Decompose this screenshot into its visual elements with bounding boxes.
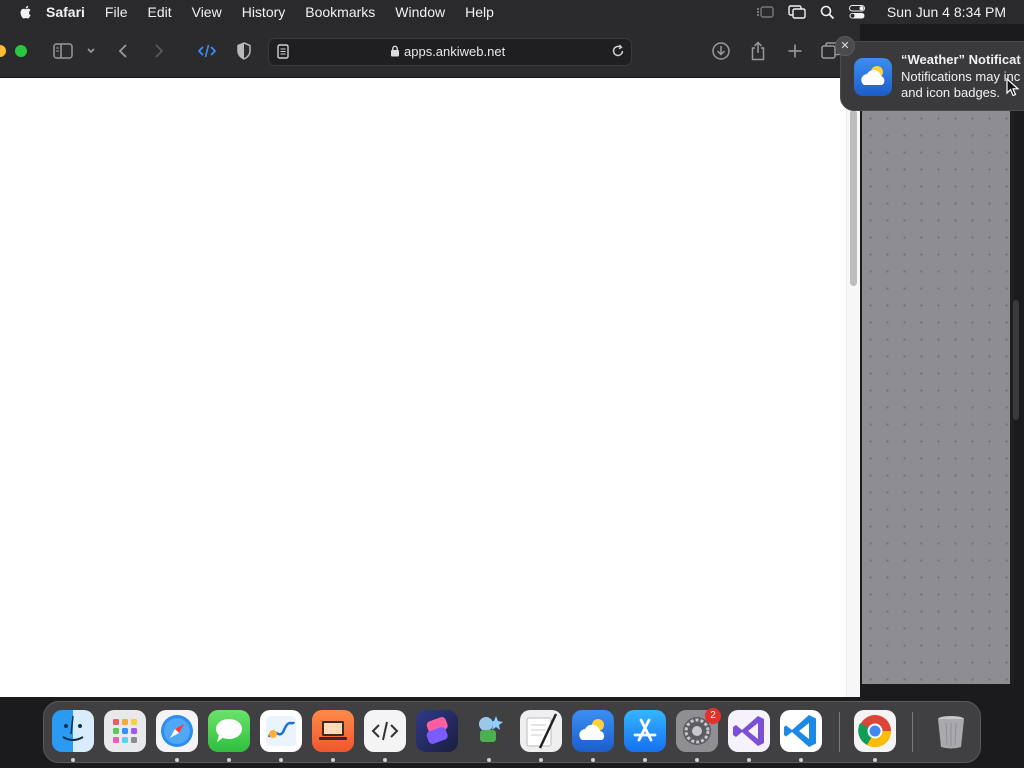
dock-script-editor-icon[interactable] [364, 710, 406, 752]
dock-running-indicator [695, 758, 699, 762]
dock-running-indicator [279, 758, 283, 762]
dock-weather-icon[interactable] [572, 710, 614, 752]
dock-running-indicator [873, 758, 877, 762]
privacy-shield-icon[interactable] [233, 40, 255, 62]
dock-running-indicator [227, 758, 231, 762]
forward-icon[interactable] [148, 40, 170, 62]
new-tab-plus-icon[interactable] [784, 40, 806, 62]
dock-visual-studio-icon[interactable] [728, 710, 770, 752]
menu-bookmarks[interactable]: Bookmarks [305, 4, 375, 20]
downloads-icon[interactable] [710, 40, 732, 62]
dock-shortcuts-icon[interactable] [416, 710, 458, 752]
notification-badge: 2 [705, 708, 721, 724]
dock-separator [839, 712, 840, 752]
dock-running-indicator [799, 758, 803, 762]
dock-running-indicator [331, 758, 335, 762]
address-bar[interactable]: apps.ankiweb.net [268, 38, 632, 66]
dock-running-indicator [591, 758, 595, 762]
dock-trash-icon[interactable] [930, 710, 972, 752]
dock-running-indicator [539, 758, 543, 762]
dock-launchpad-icon[interactable] [104, 710, 146, 752]
dock-running-indicator [643, 758, 647, 762]
menu-file[interactable]: File [105, 4, 128, 20]
web-content-area[interactable] [0, 78, 860, 697]
menu-status-area: Sun Jun 4 8:34 PM [742, 0, 1006, 24]
weather-app-icon [854, 58, 892, 96]
screen-mirroring-icon[interactable] [788, 5, 806, 19]
mouse-pointer-icon [1006, 78, 1020, 97]
dock-running-indicator [747, 758, 751, 762]
zoom-button[interactable] [15, 45, 27, 57]
dock-keynote-icon[interactable] [312, 710, 354, 752]
safari-window: apps.ankiweb.net [0, 24, 860, 697]
menu-bar: Safari File Edit View History Bookmarks … [0, 0, 1024, 24]
lock-icon [390, 45, 400, 60]
share-icon[interactable] [747, 40, 769, 62]
stage-manager-icon[interactable] [756, 5, 774, 19]
weather-notification[interactable]: “Weather” Notificat Notifications may in… [840, 41, 1024, 111]
dock-running-indicator [175, 758, 179, 762]
developer-code-icon[interactable] [196, 40, 218, 62]
dock-running-indicator [487, 758, 491, 762]
notification-close-button[interactable]: ✕ [835, 36, 855, 56]
dock-running-indicator [383, 758, 387, 762]
notification-title: “Weather” Notificat [901, 52, 1021, 67]
dock-running-indicator [71, 758, 75, 762]
reload-icon[interactable] [611, 44, 625, 61]
safari-toolbar: apps.ankiweb.net [0, 24, 860, 78]
dock-app-store-icon[interactable] [624, 710, 666, 752]
dock-separator [912, 712, 913, 752]
dock-messages-icon[interactable] [208, 710, 250, 752]
dock-automator-icon[interactable] [468, 710, 510, 752]
control-center-icon[interactable] [848, 5, 865, 19]
menu-window[interactable]: Window [395, 4, 445, 20]
spotlight-search-icon[interactable] [820, 5, 835, 20]
menu-history[interactable]: History [242, 4, 286, 20]
dock-freeform-icon[interactable] [260, 710, 302, 752]
minimize-button[interactable] [0, 45, 6, 57]
background-window[interactable] [862, 110, 1014, 684]
dock-safari-icon[interactable] [156, 710, 198, 752]
dock-script-editor-pen-icon[interactable] [520, 710, 562, 752]
dock: 2 [43, 701, 981, 763]
dock-chrome-icon[interactable] [854, 710, 896, 752]
menu-clock[interactable]: Sun Jun 4 8:34 PM [887, 4, 1006, 20]
scrollbar-thumb[interactable] [850, 110, 857, 286]
menu-view[interactable]: View [192, 4, 222, 20]
menu-help[interactable]: Help [465, 4, 494, 20]
apple-menu-icon[interactable] [18, 4, 34, 20]
dock-vscode-icon[interactable] [780, 710, 822, 752]
dock-finder-icon[interactable] [52, 710, 94, 752]
back-icon[interactable] [112, 40, 134, 62]
menu-app-safari[interactable]: Safari [46, 4, 85, 20]
chevron-down-icon[interactable] [80, 40, 102, 62]
reader-page-icon[interactable] [277, 44, 289, 62]
sidebar-toggle-icon[interactable] [52, 40, 74, 62]
background-window-scrollbar[interactable] [1013, 300, 1019, 420]
menu-edit[interactable]: Edit [147, 4, 171, 20]
url-text: apps.ankiweb.net [404, 44, 506, 59]
